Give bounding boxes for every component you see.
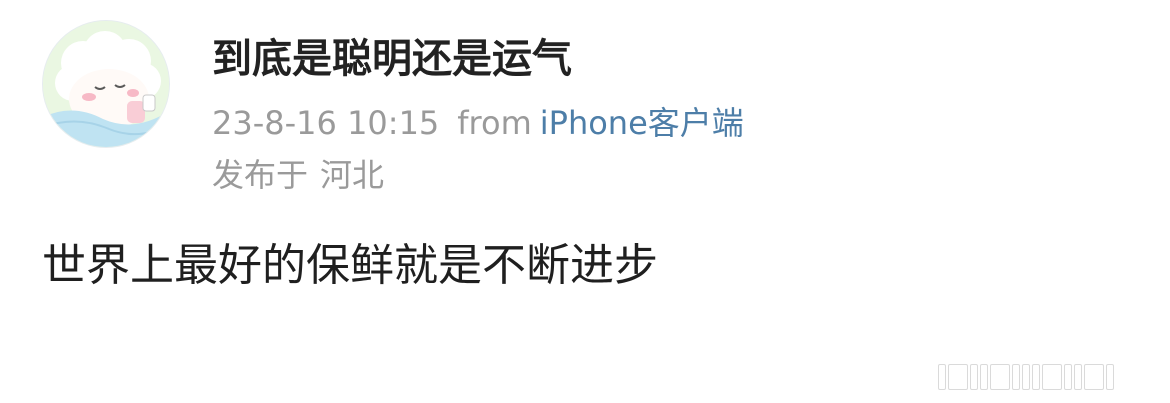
avatar-illustration	[43, 21, 169, 147]
post-text: 世界上最好的保鲜就是不断进步	[42, 240, 658, 291]
location-place: 河北	[320, 156, 385, 194]
post-location: 发布于 河北	[212, 154, 384, 196]
post-datetime: 23-8-16 10:15	[212, 104, 440, 142]
cartoon-sheep-avatar-icon[interactable]	[42, 20, 170, 148]
weibo-post-card: 到底是聪明还是运气 23-8-16 10:15 from iPhone客户端 发布于…	[0, 0, 1170, 403]
watermark-icon	[938, 363, 1158, 391]
post-meta: 23-8-16 10:15 from iPhone客户端	[212, 102, 744, 144]
username[interactable]: 到底是聪明还是运气	[212, 34, 572, 84]
location-prefix: 发布于	[212, 156, 309, 194]
from-label: from	[457, 104, 532, 142]
post-source-link[interactable]: iPhone客户端	[540, 104, 744, 142]
